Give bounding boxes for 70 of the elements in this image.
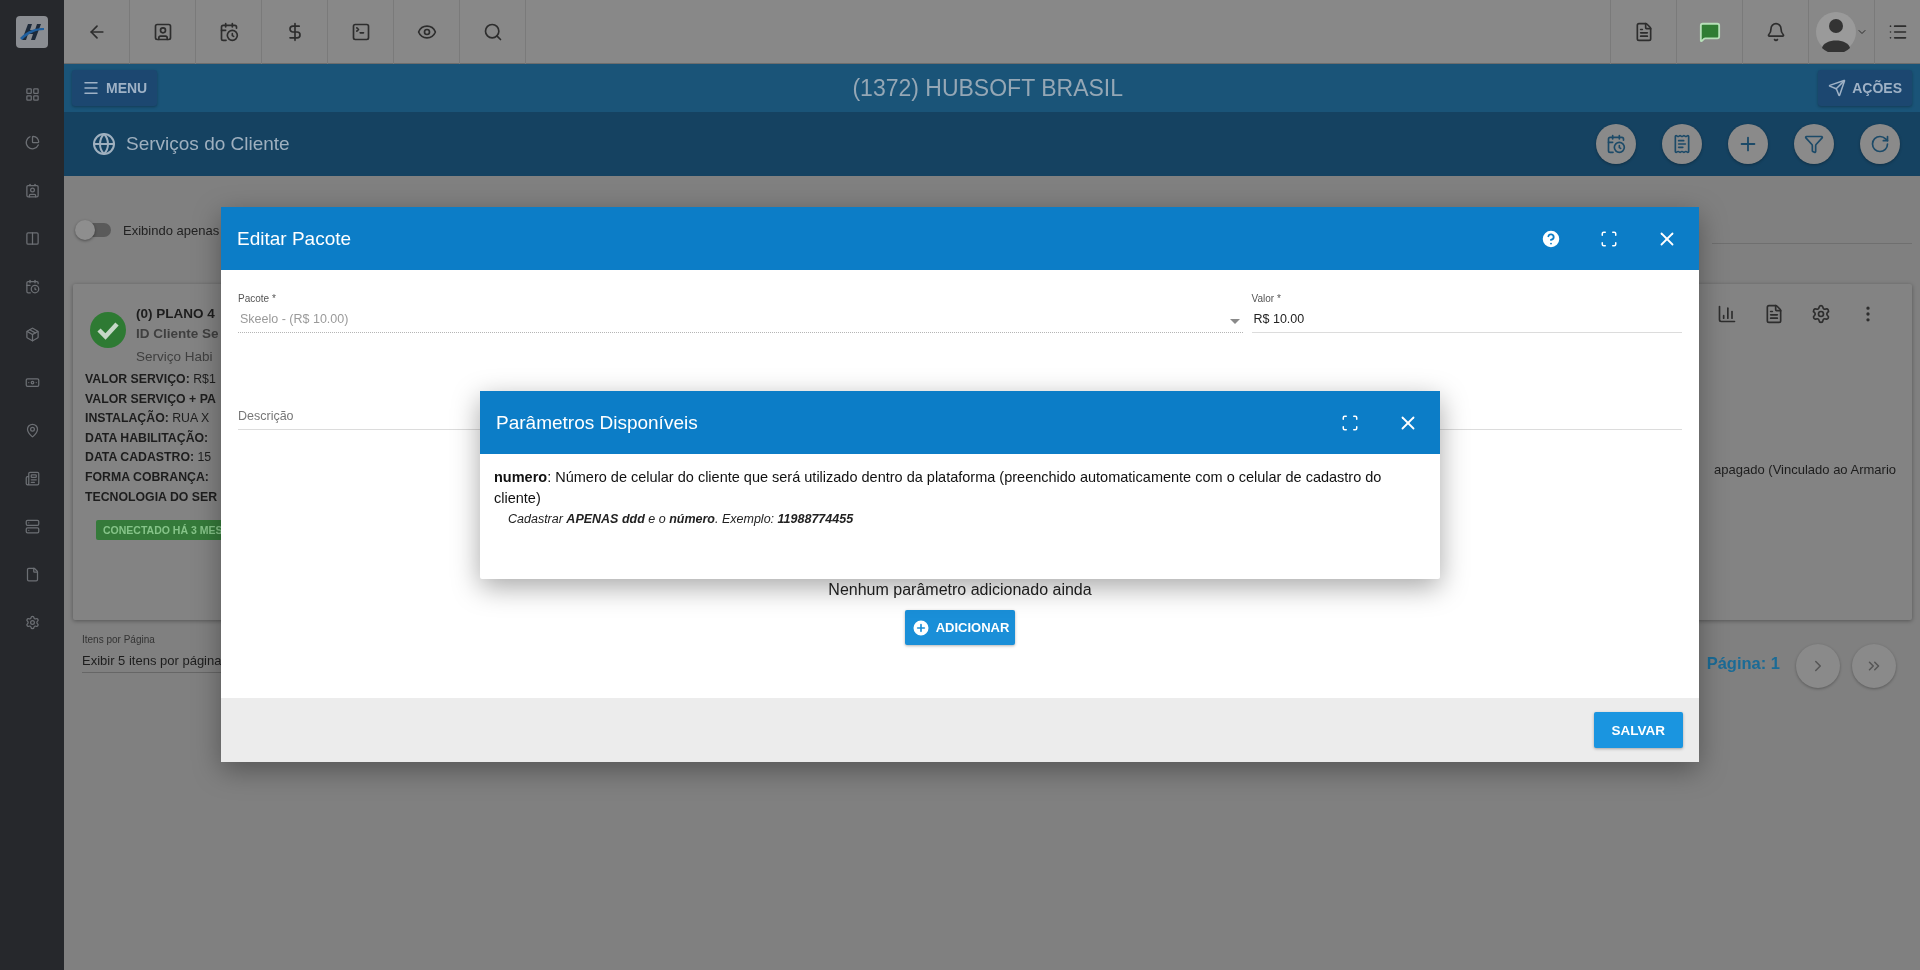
pie-chart-icon (24, 134, 40, 150)
actions-button[interactable]: AÇÕES (1818, 70, 1912, 106)
plus-circle-icon (910, 617, 931, 638)
article-icon (24, 470, 40, 486)
parameter-description: numero: Número de celular do cliente que será utilizado dentro da plataforma (preenchido automaticamente com o celular de cadastro do cliente) (494, 468, 1383, 508)
dropdown-caret-icon (1229, 319, 1240, 324)
receipt-button[interactable] (1662, 124, 1702, 164)
service-detail: FORMA COBRANÇA: (84, 468, 209, 486)
filter-button[interactable] (1794, 124, 1834, 164)
fullscreen-icon (1341, 413, 1359, 432)
contact-card-icon (24, 182, 40, 198)
page-number: Página: 1 (1706, 654, 1780, 673)
document-icon[interactable] (1764, 304, 1784, 324)
schedule-button[interactable] (1596, 124, 1636, 164)
empty-message: Nenhum parâmetro adicionado ainda (828, 580, 1092, 600)
dialog-title: Parâmetros Disponíveis (496, 411, 699, 434)
service-detail: TECNOLOGIA DO SER (84, 488, 218, 506)
columns-icon (24, 230, 40, 246)
service-detail: VALOR SERVIÇO + PA (84, 390, 216, 408)
map-pin-icon (24, 422, 40, 438)
refresh-icon (1870, 134, 1890, 154)
service-status: Serviço Habi (136, 348, 214, 366)
bell-icon (1765, 22, 1786, 42)
globe-icon (92, 132, 116, 156)
receipt-icon (1672, 134, 1692, 154)
items-per-page-label: Itens por Página (82, 634, 156, 645)
value-field[interactable]: Valor * R$ 10.00 (1251, 292, 1682, 333)
plan-title: (0) PLANO 4 (136, 305, 216, 323)
calendar-clock-icon (1606, 134, 1626, 154)
file-icon (24, 566, 40, 582)
save-button[interactable]: SALVAR (1593, 712, 1683, 748)
page-title: Serviços do Cliente (126, 133, 291, 155)
settings-icon (24, 614, 40, 630)
dialog-title: Editar Pacote (237, 227, 353, 250)
fullscreen-icon (1600, 229, 1618, 248)
menu-icon (82, 79, 100, 97)
filter-icon (1804, 134, 1824, 154)
menu-button[interactable]: MENU (72, 70, 158, 106)
service-detail: DATA CADASTRO: 15 (84, 449, 212, 467)
help-icon (1540, 227, 1562, 250)
service-detail: DATA HABILITAÇÃO: (84, 429, 209, 447)
service-detail: VALOR SERVIÇO: R$1 (84, 371, 216, 388)
toggle-label: Exibindo apenas (123, 222, 220, 238)
check-circle-icon (90, 312, 126, 348)
filter-toggle[interactable] (77, 223, 111, 237)
list-icon (1887, 22, 1908, 42)
eye-icon (416, 22, 437, 42)
parameter-hint: Cadastrar APENAS ddd e o número. Exemplo: 11988774455 (508, 512, 855, 526)
company-title: (1372) HUBSOFT BRASIL (851, 74, 1124, 102)
service-detail: INSTALAÇÃO: RUA X (84, 409, 210, 428)
last-page-button[interactable] (1852, 644, 1896, 688)
settings-icon[interactable] (1811, 304, 1831, 324)
chart-icon[interactable] (1717, 304, 1737, 324)
terminal-icon (350, 22, 371, 42)
logo-icon (16, 16, 48, 48)
grid-icon (24, 86, 40, 102)
refresh-button[interactable] (1860, 124, 1900, 164)
avatar-icon (1815, 12, 1856, 52)
next-page-button[interactable] (1796, 644, 1840, 688)
add-button[interactable] (1728, 124, 1768, 164)
calendar-clock-icon (24, 278, 40, 294)
service-note: apagado (Vinculado ao Armario (1714, 462, 1896, 477)
user-card-icon (152, 22, 173, 42)
server-icon (24, 518, 40, 534)
search-icon (482, 22, 503, 42)
calendar-clock-icon (218, 22, 239, 42)
send-icon (1828, 79, 1847, 97)
add-parameter-button[interactable]: ADICIONAR (904, 610, 1016, 645)
box-icon (24, 326, 40, 342)
client-id: ID Cliente Se (136, 325, 219, 343)
